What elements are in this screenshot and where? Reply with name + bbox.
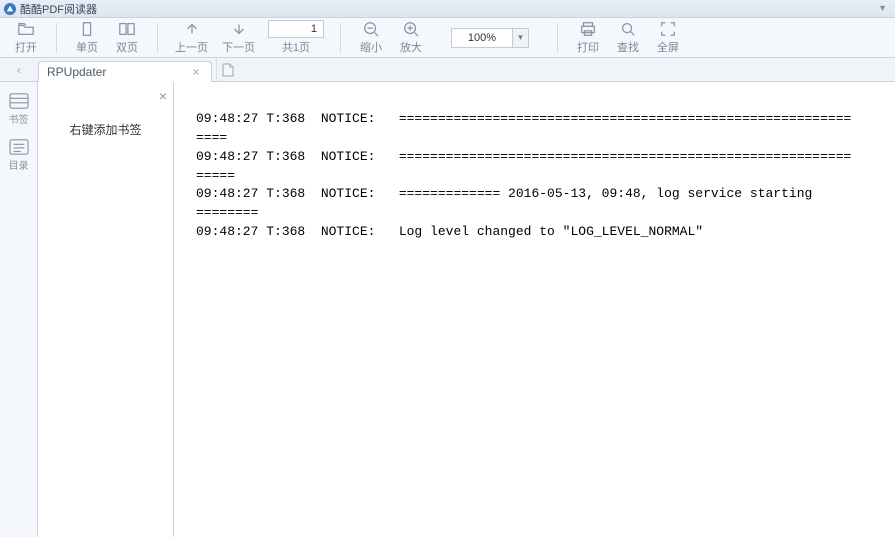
app-icon [4,3,16,15]
title-bar: 酷酷PDF阅读器 ▾ [0,0,895,18]
zoom-out-button[interactable]: 缩小 [351,19,391,57]
tab-scroll-left[interactable]: ‹ [0,58,38,81]
tab-close-icon[interactable]: × [189,65,203,79]
zoom-select[interactable]: 100% ▾ [451,28,529,48]
zoom-in-icon [402,20,420,38]
chevron-down-icon: ▾ [512,29,528,47]
bookmark-hint[interactable]: 右键添加书签 [38,116,173,142]
find-button[interactable]: 查找 [608,19,648,57]
bookmark-icon [8,92,30,110]
document-line: ===== [196,168,235,183]
single-page-button[interactable]: 单页 [67,19,107,57]
document-line: 09:48:27 T:368 NOTICE: Log level changed… [196,224,703,239]
app-title: 酷酷PDF阅读器 [20,1,97,17]
fullscreen-button[interactable]: 全屏 [648,19,688,57]
page-total-label: 共1页 [282,39,310,55]
document-line: 09:48:27 T:368 NOTICE: =================… [196,111,851,126]
printer-icon [579,20,597,38]
outline-icon [8,138,30,156]
next-page-button[interactable]: 下一页 [215,19,262,57]
open-button[interactable]: 打开 [6,19,46,57]
document-view[interactable]: 09:48:27 T:368 NOTICE: =================… [174,82,895,537]
tab-document[interactable]: RPUpdater × [38,61,212,82]
document-line: 09:48:27 T:368 NOTICE: ============= 201… [196,186,820,201]
new-tab-button[interactable] [216,58,238,81]
fullscreen-icon [659,20,677,38]
tab-strip: ‹ RPUpdater × [0,58,895,82]
document-line: ==== [196,130,227,145]
zoom-out-icon [362,20,380,38]
panel-close-icon[interactable]: × [159,88,167,104]
double-page-button[interactable]: 双页 [107,19,147,57]
folder-open-icon [17,20,35,38]
single-page-icon [78,20,96,38]
double-page-icon [118,20,136,38]
document-line: 09:48:27 T:368 NOTICE: =================… [196,149,851,164]
print-button[interactable]: 打印 [568,19,608,57]
side-rail: 书签 目录 [0,82,38,537]
bookmarks-panel: × 右键添加书签 [38,82,174,537]
main-area: 书签 目录 × 右键添加书签 09:48:27 T:368 NOTICE: ==… [0,82,895,537]
page-number-input[interactable] [268,20,324,38]
prev-page-button[interactable]: 上一页 [168,19,215,57]
toolbar: 打开 单页 双页 上一页 下一页 [0,18,895,58]
outline-rail-button[interactable]: 目录 [0,138,37,172]
zoom-value: 100% [452,32,512,44]
tab-label: RPUpdater [47,65,183,79]
document-line: ======== [196,205,258,220]
bookmarks-rail-button[interactable]: 书签 [0,92,37,126]
arrow-up-icon [183,20,201,38]
app-menu-dropdown-icon[interactable]: ▾ [874,3,891,14]
zoom-in-button[interactable]: 放大 [391,19,431,57]
search-icon [619,20,637,38]
arrow-down-icon [230,20,248,38]
